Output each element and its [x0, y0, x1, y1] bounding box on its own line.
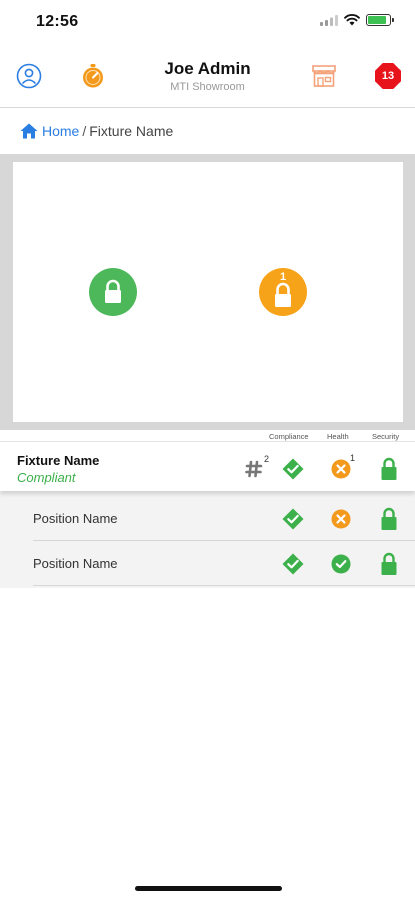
status-time: 12:56	[36, 13, 79, 30]
security-column-header: Security	[372, 432, 400, 441]
health-status-ok	[331, 554, 351, 574]
compliance-status-ok	[282, 553, 304, 575]
alerts-button[interactable]: 13	[373, 61, 403, 91]
store-icon	[312, 65, 336, 87]
position-name: Position Name	[33, 556, 118, 571]
lock-icon	[381, 507, 397, 530]
signal-icon	[320, 14, 338, 26]
battery-level	[368, 16, 386, 24]
fixture-map	[0, 154, 415, 430]
alert-badge: 13	[375, 63, 401, 89]
check-diamond-icon	[282, 553, 304, 575]
compliance-column-header: Compliance	[269, 432, 309, 441]
breadcrumb-home-label: Home	[42, 123, 80, 139]
check-circle-icon	[331, 554, 351, 574]
lock-icon	[105, 279, 121, 303]
status-icons	[320, 14, 394, 26]
breadcrumb: Home / Fixture Name	[0, 108, 415, 154]
check-diamond-icon	[282, 458, 304, 480]
breadcrumb-home-link[interactable]: Home	[20, 123, 79, 139]
health-issue-count: 1	[350, 453, 356, 463]
position-count: 2	[264, 454, 270, 464]
breadcrumb-current: Fixture Name	[89, 123, 174, 139]
position-row[interactable]: Position Name	[33, 541, 415, 586]
error-circle-icon	[331, 459, 351, 479]
fixture-name: Fixture Name	[17, 453, 100, 468]
battery-icon	[366, 14, 394, 26]
store-button[interactable]	[309, 61, 339, 91]
breadcrumb-separator: /	[82, 123, 87, 139]
app-header: Joe Admin MTI Showroom 13	[0, 46, 415, 108]
status-bar: 12:56	[0, 0, 415, 46]
hash-icon	[245, 460, 263, 478]
user-name: Joe Admin	[164, 59, 251, 78]
error-circle-icon	[331, 509, 351, 529]
wifi-icon	[344, 14, 360, 26]
header-title: Joe Admin MTI Showroom	[0, 59, 415, 93]
lock-icon	[381, 457, 397, 480]
position-list: Position Name Position Name	[0, 491, 415, 588]
fixture-status: Compliant	[17, 470, 76, 485]
home-icon	[20, 123, 38, 139]
lock-icon	[381, 552, 397, 575]
check-diamond-icon	[282, 508, 304, 530]
marker-count: 1	[280, 271, 287, 283]
position-row[interactable]: Position Name	[33, 496, 415, 541]
location-name: MTI Showroom	[170, 81, 245, 93]
fixture-row[interactable]: Fixture Name Compliant 2 1	[0, 441, 415, 491]
health-column-header: Health	[327, 432, 349, 441]
compliance-status-ok	[282, 508, 304, 530]
position-count-indicator	[245, 460, 263, 478]
home-indicator[interactable]	[135, 886, 282, 891]
security-status-locked	[380, 507, 398, 531]
health-status-error	[331, 509, 351, 529]
lock-marker-locked[interactable]	[89, 268, 137, 316]
security-status-locked	[380, 552, 398, 576]
position-name: Position Name	[33, 511, 118, 526]
security-status-locked	[380, 457, 398, 481]
health-status-error	[331, 459, 351, 479]
lock-marker-alert[interactable]: 1	[259, 268, 307, 316]
compliance-status-ok	[282, 458, 304, 480]
fixture-map-canvas	[13, 162, 403, 422]
